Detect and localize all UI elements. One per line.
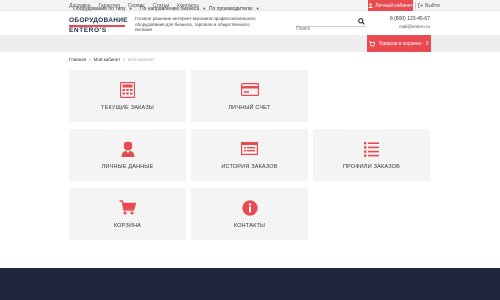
tagline: Готовое решение интернет-магазина профес… — [135, 16, 256, 32]
search-box — [296, 17, 366, 34]
nav-item-label: Оборудование по типу — [73, 5, 126, 12]
chevron-down-icon: ▼ — [202, 6, 207, 11]
tile-contacts[interactable]: КОНТАКТЫ — [191, 188, 308, 240]
tile-label: ПРОФИЛИ ЗАКАЗОВ — [342, 164, 400, 170]
breadcrumb-separator: › — [123, 57, 125, 62]
breadcrumb-separator: › — [89, 57, 91, 62]
tile-label: КОНТАКТЫ — [233, 223, 266, 229]
user-profile-icon — [121, 141, 134, 157]
tile-personal-account[interactable]: ЛИЧНЫЙ СЧЕТ — [191, 70, 308, 122]
info-icon — [241, 199, 258, 216]
search-input[interactable] — [296, 24, 351, 34]
chevron-down-icon: ▼ — [255, 6, 260, 11]
account-button[interactable]: Личный кабинет — [368, 0, 413, 11]
history-list-icon — [241, 142, 258, 155]
phone-number[interactable]: 8 (800) 123-45-67 — [390, 16, 430, 22]
chevron-down-icon: ▼ — [128, 6, 133, 11]
breadcrumb-home[interactable]: Главная — [69, 57, 86, 62]
nav-item-label: По производителю — [209, 5, 253, 12]
credit-card-icon — [240, 83, 259, 96]
cart-icon — [119, 200, 136, 215]
logout-link[interactable]: Выйти — [418, 0, 440, 11]
calculator-icon — [120, 81, 135, 98]
logo-text-bottom: ENTERO'S — [69, 27, 107, 34]
breadcrumb-current: Мой кабинет — [127, 57, 155, 62]
breadcrumb: Главная › Мой кабинет › Мой кабинет — [69, 57, 154, 62]
divider — [415, 2, 416, 9]
cart-count: 2 — [425, 40, 429, 47]
tile-label: КОРЗИНА — [113, 223, 142, 229]
cart-label: Товаров в корзине: — [378, 40, 423, 47]
tile-label: ТЕКУЩИЕ ЗАКАЗЫ — [101, 105, 154, 111]
account-label: Личный кабинет — [375, 2, 413, 9]
nav-item-by-business[interactable]: По направлению бизнеса ▼ — [140, 0, 206, 17]
user-icon — [368, 3, 373, 8]
cart-button[interactable]: Товаров в корзине: 2 — [367, 35, 431, 52]
logo-text-top: ОБОРУДОВАНИЕ — [69, 17, 128, 24]
nav-item-by-type[interactable]: Оборудование по типу ▼ — [73, 0, 133, 17]
cart-icon — [369, 40, 376, 47]
nav-item-label: По направлению бизнеса — [140, 5, 200, 12]
contact-block: 8 (800) 123-45-67 mail@entero.ru — [388, 16, 430, 29]
tile-label: ЛИЧНЫЕ ДАННЫЕ — [101, 164, 154, 170]
logout-icon — [418, 3, 423, 8]
tile-personal-data[interactable]: ЛИЧНЫЕ ДАННЫЕ — [69, 129, 186, 181]
list-icon — [364, 141, 379, 157]
nav-item-by-manufacturer[interactable]: По производителю ▼ — [209, 0, 260, 17]
tile-order-profiles[interactable]: ПРОФИЛИ ЗАКАЗОВ — [313, 129, 430, 181]
logo[interactable]: ОБОРУДОВАНИЕ ENTERO'S — [69, 17, 129, 34]
tile-cart[interactable]: КОРЗИНА — [69, 188, 186, 240]
email-link[interactable]: mail@entero.ru — [388, 24, 430, 29]
footer — [0, 268, 500, 300]
search-icon[interactable] — [358, 18, 365, 25]
tile-current-orders[interactable]: ТЕКУЩИЕ ЗАКАЗЫ — [69, 70, 186, 122]
tile-label: ИСТОРИЯ ЗАКАЗОВ — [221, 164, 278, 170]
logout-label: Выйти — [425, 2, 440, 9]
tile-label: ЛИЧНЫЙ СЧЕТ — [228, 105, 271, 111]
breadcrumb-cabinet[interactable]: Мой кабинет — [94, 57, 121, 62]
tile-order-history[interactable]: ИСТОРИЯ ЗАКАЗОВ — [191, 129, 308, 181]
